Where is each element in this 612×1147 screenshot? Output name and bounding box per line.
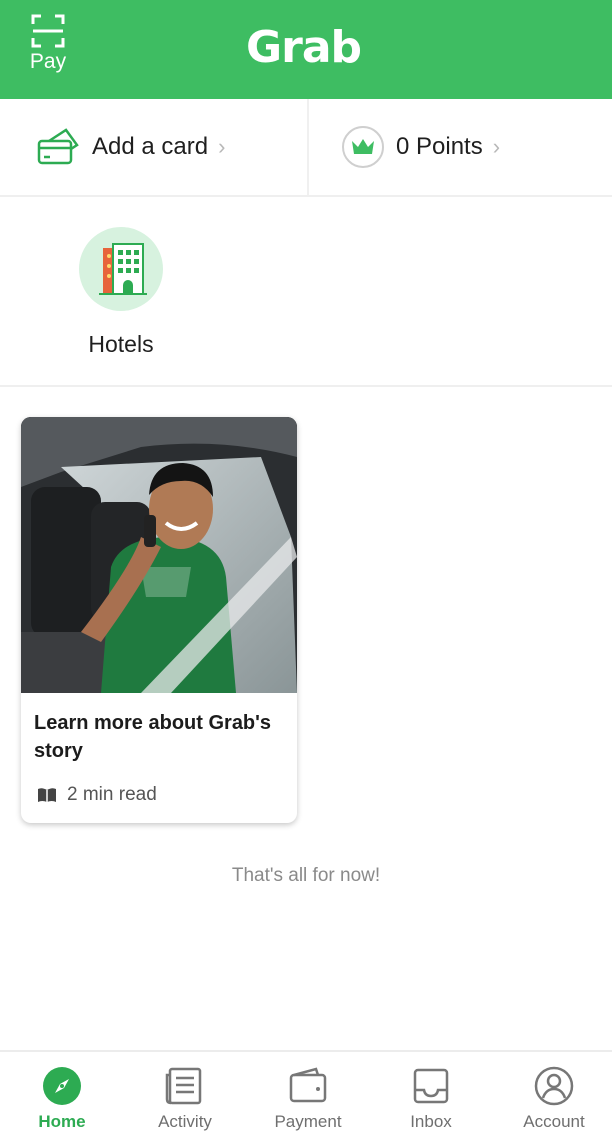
service-hotels-label: Hotels	[88, 331, 154, 357]
bottom-tab-bar: Home Activity Payment Inbox Account	[0, 1050, 612, 1147]
book-icon	[38, 788, 56, 802]
receipt-icon	[165, 1067, 202, 1105]
pay-label: Pay	[29, 50, 67, 73]
story-photo-illustration	[21, 417, 297, 693]
story-title: Learn more about Grab's story	[34, 712, 272, 762]
tab-inbox-label: Inbox	[410, 1112, 452, 1131]
quick-actions: Add a card › 0 Points ›	[0, 99, 612, 197]
scan-icon	[31, 14, 65, 48]
chevron-right-icon: ›	[492, 134, 501, 159]
tab-account-label: Account	[523, 1112, 585, 1131]
add-card-button[interactable]: Add a card ›	[36, 99, 306, 195]
pay-button[interactable]: Pay	[22, 14, 74, 74]
app-header: Pay Grab	[0, 0, 612, 99]
services-grid: Hotels	[0, 197, 612, 387]
story-card[interactable]: Learn more about Grab's story 2 min read	[21, 417, 297, 823]
story-photo	[21, 417, 297, 693]
hotel-icon	[99, 243, 147, 295]
points-button[interactable]: 0 Points ›	[342, 99, 602, 195]
tab-inbox[interactable]: Inbox	[376, 1066, 486, 1132]
tab-home-label: Home	[38, 1112, 86, 1131]
actions-divider	[307, 99, 309, 195]
tab-home[interactable]: Home	[7, 1066, 117, 1132]
service-hotels[interactable]: Hotels	[70, 227, 172, 358]
compass-icon	[43, 1067, 81, 1105]
user-icon	[534, 1066, 574, 1106]
tab-payment[interactable]: Payment	[253, 1066, 363, 1132]
credit-card-icon	[37, 128, 79, 165]
tab-payment-label: Payment	[274, 1112, 342, 1131]
hotel-icon-badge	[79, 227, 163, 311]
read-time-label: 2 min read	[67, 784, 157, 805]
wallet-icon	[289, 1067, 327, 1103]
tab-activity-label: Activity	[158, 1112, 212, 1131]
end-of-feed-note: That's all for now!	[231, 865, 381, 886]
tab-activity[interactable]: Activity	[130, 1066, 240, 1132]
crown-badge	[342, 126, 384, 168]
points-label: 0 Points	[396, 133, 483, 160]
inbox-icon	[413, 1068, 449, 1104]
add-card-label: Add a card	[92, 133, 209, 160]
tab-account[interactable]: Account	[499, 1066, 609, 1132]
chevron-right-icon: ›	[218, 134, 226, 159]
read-time: 2 min read	[37, 784, 157, 806]
grab-logo: Grab	[246, 22, 362, 73]
crown-icon	[352, 139, 374, 154]
